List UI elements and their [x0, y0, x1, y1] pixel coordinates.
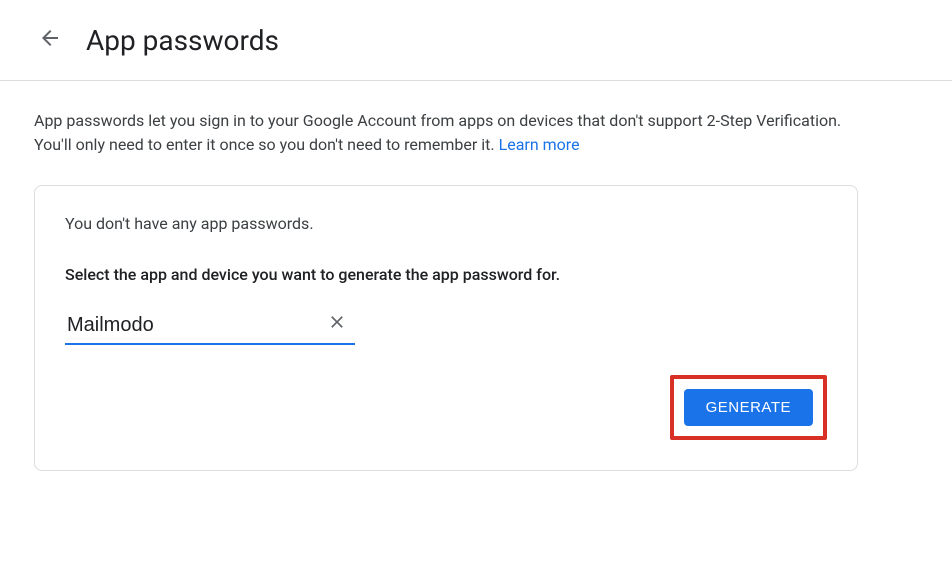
- arrow-left-icon: [38, 26, 62, 54]
- input-row: [65, 310, 827, 345]
- app-passwords-card: You don't have any app passwords. Select…: [34, 185, 858, 471]
- description-text: App passwords let you sign in to your Go…: [34, 109, 866, 157]
- description-body: App passwords let you sign in to your Go…: [34, 111, 841, 154]
- generate-button[interactable]: GENERATE: [684, 389, 813, 426]
- app-name-input[interactable]: [65, 310, 355, 345]
- empty-passwords-message: You don't have any app passwords.: [65, 214, 827, 233]
- clear-input-button[interactable]: [327, 312, 347, 336]
- action-row: GENERATE: [65, 375, 827, 440]
- page-header: App passwords: [0, 0, 952, 81]
- page-title: App passwords: [86, 24, 279, 57]
- back-button[interactable]: [30, 20, 70, 60]
- learn-more-link[interactable]: Learn more: [499, 135, 580, 154]
- highlight-annotation: GENERATE: [670, 375, 827, 440]
- content-area: App passwords let you sign in to your Go…: [0, 81, 900, 499]
- close-icon: [327, 317, 347, 336]
- select-instruction: Select the app and device you want to ge…: [65, 265, 827, 284]
- input-wrapper: [65, 310, 355, 345]
